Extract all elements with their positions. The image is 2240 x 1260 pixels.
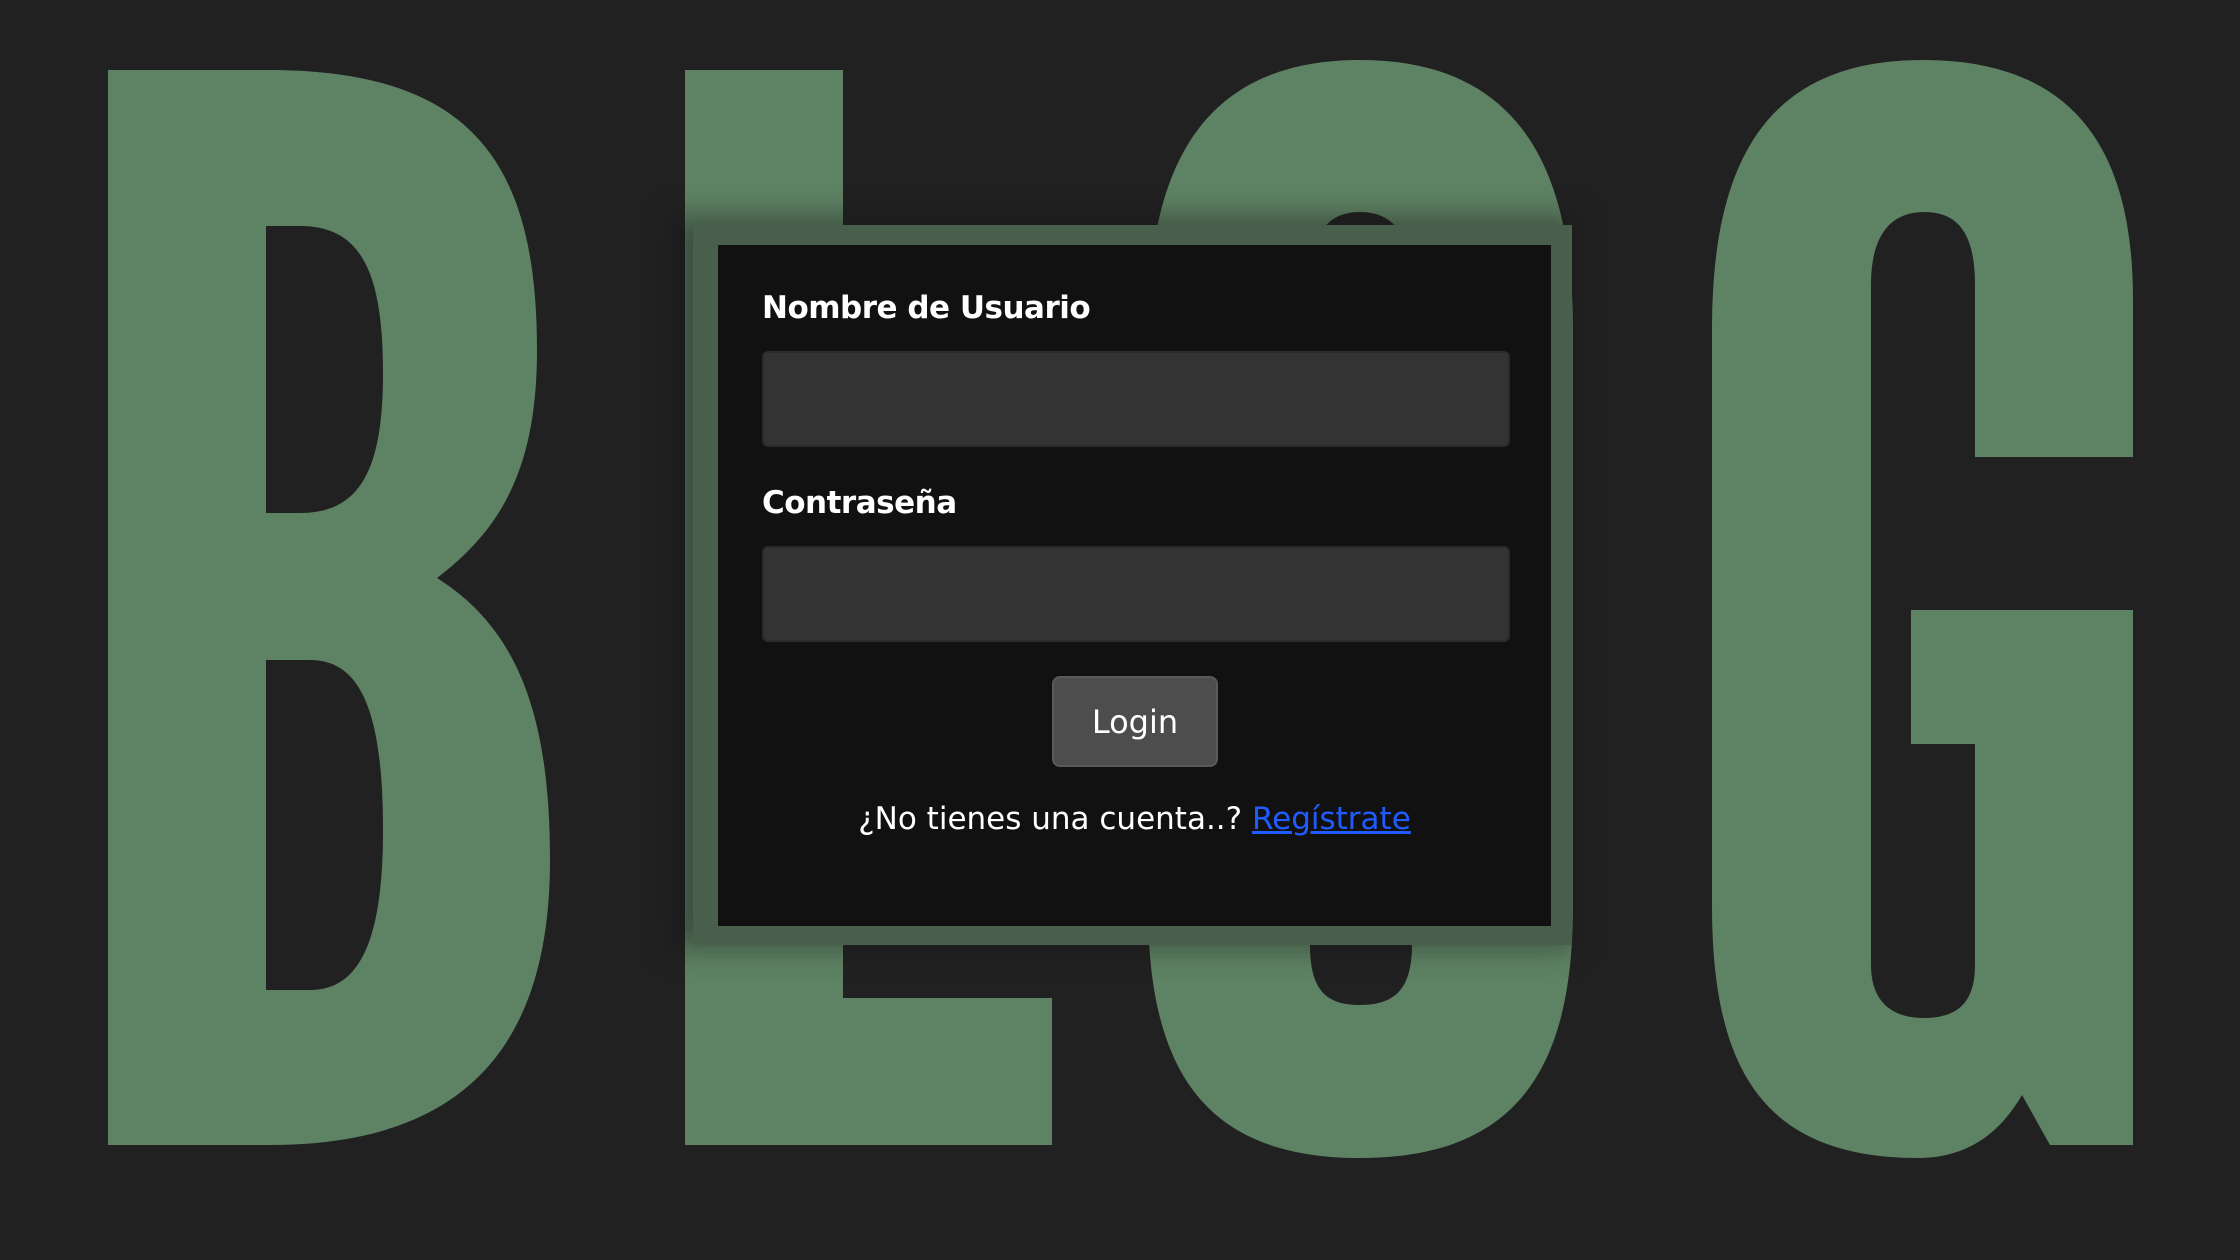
signup-prompt-text: ¿No tienes una cuenta..? [858, 801, 1243, 837]
login-page: Nombre de Usuario Contraseña Login ¿No t… [0, 0, 2240, 1260]
login-form: Nombre de Usuario Contraseña Login ¿No t… [718, 245, 1551, 926]
letter-b [108, 70, 550, 1145]
signup-link[interactable]: Regístrate [1252, 801, 1411, 837]
signup-prompt-line: ¿No tienes una cuenta..? Regístrate [718, 801, 1551, 837]
password-label: Contraseña [762, 485, 957, 521]
letter-g [1712, 60, 2133, 1158]
username-input[interactable] [762, 351, 1510, 447]
username-label: Nombre de Usuario [762, 290, 1091, 326]
password-input[interactable] [762, 546, 1510, 642]
login-button[interactable]: Login [1052, 676, 1218, 767]
